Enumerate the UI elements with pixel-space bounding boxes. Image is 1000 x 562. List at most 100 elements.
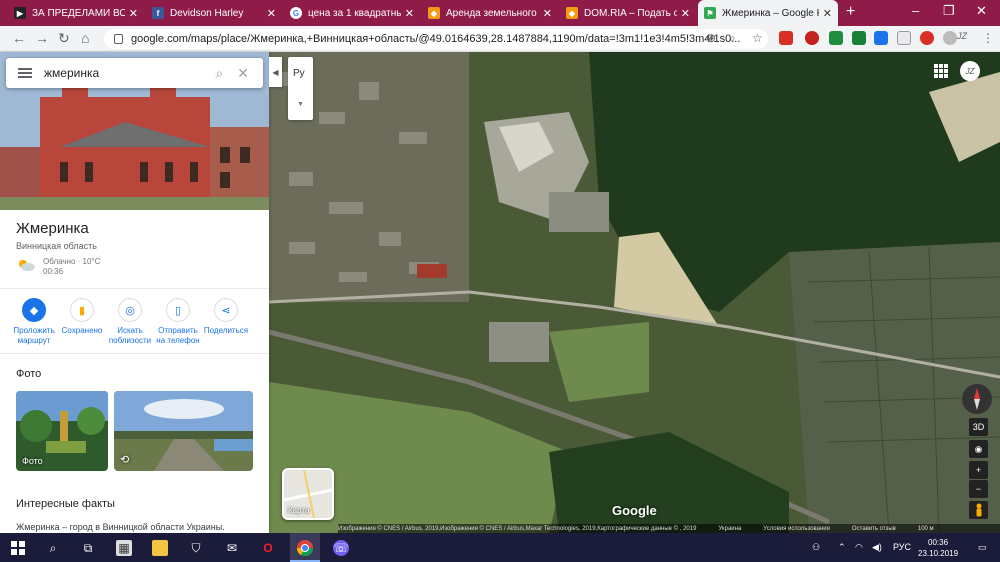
target-icon: ◉ [974,443,983,454]
close-icon[interactable]: ✕ [129,7,138,20]
map-type-label: Карта [288,506,310,515]
minimize-button[interactable]: – [912,3,919,18]
windows-start-icon[interactable] [10,540,26,556]
close-icon[interactable]: ✕ [405,7,414,20]
close-icon[interactable]: ✕ [543,7,552,20]
zoom-out-button[interactable]: − [969,480,988,498]
photos-heading: Фото [16,368,42,380]
clock-date: 23.10.2019 [918,549,959,558]
chevron-up-icon[interactable]: ⌃ [838,542,846,553]
tab-2[interactable]: f Devidson Harley ✕ [146,0,282,26]
photo-thumbnail[interactable]: Фото [16,391,108,471]
save-button[interactable]: ▮ Сохранено [58,298,106,346]
zoom-icon[interactable]: ⌕ [729,31,736,46]
viber-icon[interactable]: ☏ [333,540,349,556]
reload-button[interactable]: ↻ [58,30,70,47]
tab-3[interactable]: G цена за 1 квадратный ✕ [284,0,420,26]
tab-4[interactable]: ◆ Аренда земельного уч ✕ [422,0,558,26]
search-input[interactable]: жмеринка [44,66,215,80]
zoom-in-button[interactable]: + [969,461,988,479]
action-label: Искать поблизости [108,326,152,345]
3d-label: 3D [972,422,985,432]
close-icon[interactable]: ✕ [823,7,832,20]
country-link[interactable]: Украина [718,526,741,532]
photo-label: Фото [22,456,43,466]
directions-icon: ◆ [22,298,46,322]
collapse-panel-button[interactable]: ◀ [269,57,282,87]
system-clock[interactable]: 00:36 23.10.2019 [918,537,958,559]
minus-icon: − [975,484,982,494]
close-window-button[interactable]: ✕ [976,3,987,19]
home-button[interactable]: ⌂ [81,30,89,46]
map-type-toggle[interactable]: Карта [282,468,334,520]
new-tab-button[interactable]: + [846,3,855,21]
pegman-button[interactable] [969,501,988,519]
clear-icon[interactable]: ✕ [237,65,249,82]
menu-icon[interactable]: ⋮ [982,31,994,45]
search-icon[interactable]: ⌕ [45,540,61,556]
tab-6-active[interactable]: ⚑ Жмеринка – Google Ka ✕ [698,0,838,26]
calculator-icon[interactable]: ▦ [116,540,132,556]
google-icon: G [290,7,302,19]
facts-heading: Интересные факты [16,498,115,510]
tilt-3d-button[interactable]: 3D [969,418,988,436]
street-view-thumbnail[interactable]: ⟲ [114,391,253,471]
nearby-icon: ◎ [118,298,142,322]
add-icon[interactable]: ⊕ [706,31,716,45]
volume-icon[interactable]: ◀) [872,542,882,553]
street-view-photo [114,391,253,471]
store-icon[interactable]: ⛉ [188,540,204,556]
pdf-extension-icon[interactable] [779,31,793,45]
file-explorer-icon[interactable] [152,540,168,556]
profile-avatar[interactable]: JZ [957,31,967,41]
opera-icon[interactable]: O [260,540,276,556]
close-icon[interactable]: ✕ [681,7,690,20]
directions-button[interactable]: ◆ Проложить маршрут [10,298,58,346]
apr-extension-icon[interactable] [920,31,934,45]
forward-button[interactable]: → [35,30,49,46]
people-icon[interactable]: ⚇ [812,542,820,553]
translate-extension-icon[interactable] [897,31,911,45]
divider [0,288,269,289]
mail-icon[interactable]: ✉ [224,540,240,556]
address-bar[interactable]: google.com/maps/place/Жмеринка,+Винницка… [104,29,768,49]
shield-extension-icon[interactable] [852,31,866,45]
chrome-icon[interactable] [297,540,313,556]
satellite-map[interactable] [269,52,1000,533]
vpn-extension-icon[interactable] [829,31,843,45]
task-view-icon[interactable]: ⧉ [80,540,96,556]
search-icon[interactable]: ⌕ [215,65,223,82]
search-nearby-button[interactable]: ◎ Искать поблизости [106,298,154,346]
maximize-button[interactable]: ❐ [943,3,955,19]
apps-grid-icon[interactable] [934,64,948,78]
tab-title: цена за 1 квадратный [308,7,401,19]
phone-icon: ▯ [166,298,190,322]
scale-label[interactable]: 100 м [918,526,934,532]
star-icon[interactable]: ☆ [752,31,763,45]
keyboard-language[interactable]: РУС [893,542,911,552]
back-button[interactable]: ← [12,30,26,46]
language-button[interactable]: Ру ▼ [288,57,313,120]
clock-time: 00:36 [928,538,949,547]
terms-link[interactable]: Условия использования [763,526,830,532]
send-to-phone-button[interactable]: ▯ Отправить на телефон [154,298,202,346]
search-box[interactable]: жмеринка ⌕ ✕ [6,58,263,88]
my-location-button[interactable]: ◉ [969,440,988,458]
close-icon[interactable]: ✕ [267,7,276,20]
tab-title: Devidson Harley [170,7,244,19]
adblock-extension-icon[interactable] [805,31,819,45]
google-logo: Google [612,503,657,518]
notifications-icon[interactable]: ▭ [978,542,987,553]
account-avatar[interactable]: JZ [960,61,980,81]
tab-5[interactable]: ◆ DOM.RIA – Подать объ ✕ [560,0,696,26]
clock-extension-icon[interactable] [943,31,957,45]
share-button[interactable]: ⋖ Поделиться [202,298,250,346]
tab-1[interactable]: ▶ ЗА ПРЕДЕЛАМИ ВОСЬ ✕ [8,0,144,26]
menu-icon[interactable] [18,66,32,80]
feedback-link[interactable]: Оставить отзыв [852,526,896,532]
compass-control[interactable] [962,384,992,414]
facebook-icon: f [152,7,164,19]
d-extension-icon[interactable] [874,31,888,45]
network-icon[interactable]: ◠ [855,542,863,553]
imagery-credit: Изображения © CNES / Airbus, 2019,Изобра… [338,525,697,532]
